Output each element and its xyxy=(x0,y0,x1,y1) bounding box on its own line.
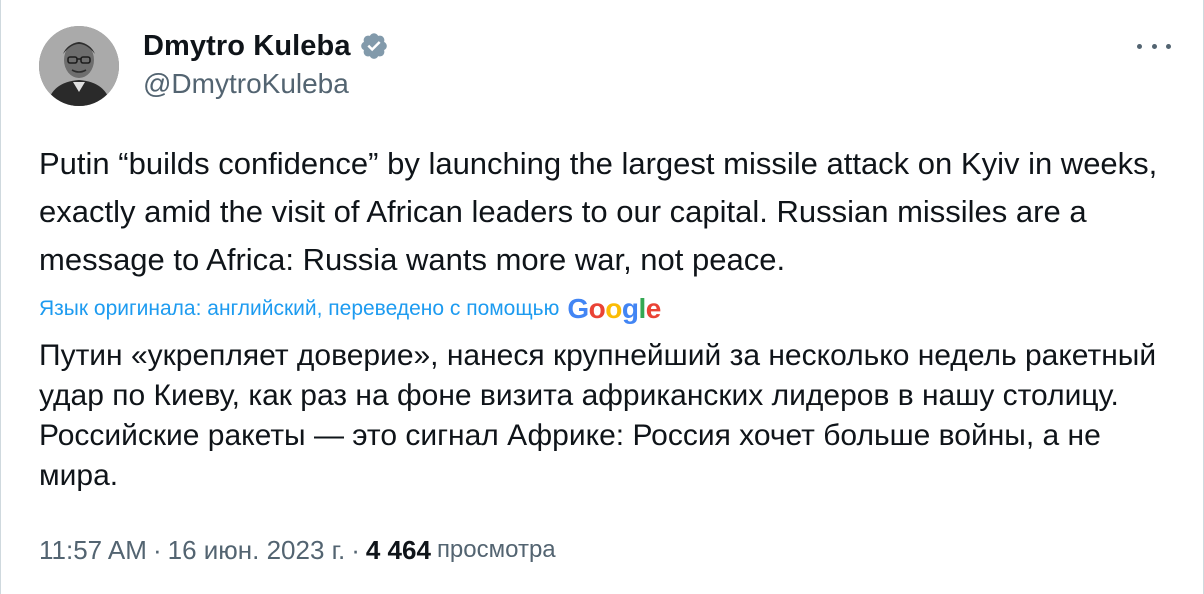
meta-separator: · xyxy=(351,534,360,565)
more-horizontal-icon[interactable] xyxy=(1137,36,1171,56)
author-name[interactable]: Dmytro Kuleba xyxy=(143,30,351,63)
more-dot xyxy=(1166,43,1171,49)
tweet-text: Putin “builds confidence” by launching t… xyxy=(39,146,1158,277)
more-dot xyxy=(1137,43,1142,49)
views-count[interactable]: 4 464 xyxy=(366,535,431,566)
views-label: просмотра xyxy=(436,536,556,563)
author-handle[interactable]: @DmytroKuleba xyxy=(143,68,349,100)
translated-text: Путин «укрепляет доверие», нанеся крупне… xyxy=(39,339,1157,492)
tweet-date[interactable]: 16 июн. 2023 г. xyxy=(168,535,346,566)
verified-badge-icon[interactable] xyxy=(359,31,389,61)
tweet-meta: 11:57 AM · 16 июн. 2023 г. · 4 464 просм… xyxy=(39,530,556,570)
tweet-time[interactable]: 11:57 AM xyxy=(39,535,147,566)
meta-separator: · xyxy=(152,534,162,565)
more-dot xyxy=(1151,43,1157,49)
avatar-photo xyxy=(39,26,119,106)
author-name-row: Dmytro Kuleba xyxy=(143,28,389,64)
tweet-card: Dmytro Kuleba @DmytroKuleba Putin “build… xyxy=(0,0,1204,594)
google-logo: Google xyxy=(567,293,661,324)
translation-attribution: Язык оригинала: английский, переведено с… xyxy=(39,293,661,325)
avatar[interactable] xyxy=(39,26,119,106)
translation-label[interactable]: Язык оригинала: английский, переведено с… xyxy=(39,297,559,321)
